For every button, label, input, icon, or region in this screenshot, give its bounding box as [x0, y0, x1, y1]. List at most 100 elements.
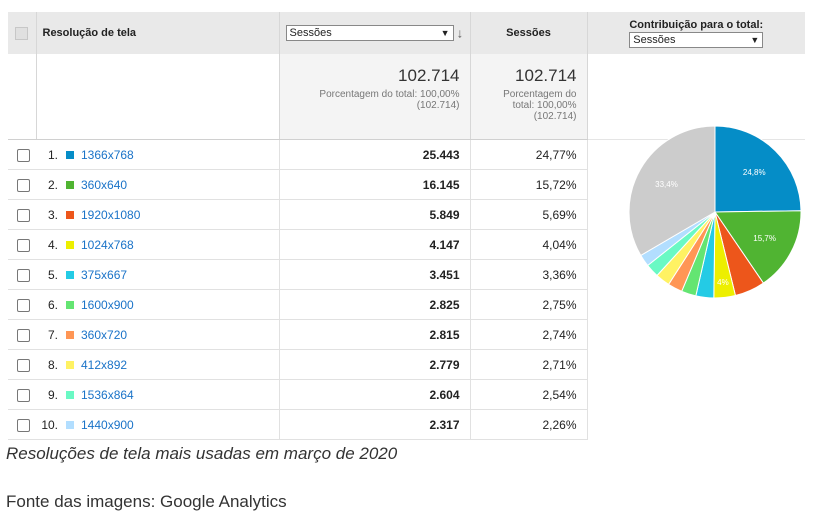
row-checkbox-cell	[8, 199, 36, 230]
color-swatch-icon	[66, 301, 74, 310]
percent-cell: 2,26%	[469, 409, 588, 440]
dimension-cell: 7. 360x720	[36, 319, 279, 350]
figure-caption: Resoluções de tela mais usadas em março …	[6, 444, 398, 463]
color-swatch-icon	[66, 181, 74, 190]
table-row: 7. 360x720 2.815 2,74%	[8, 319, 805, 350]
metric-select-value: Sessões	[289, 27, 332, 39]
summary-sub-a-2: (102.714)	[416, 100, 460, 111]
color-swatch-icon	[66, 271, 74, 280]
percent-cell: 5,69%	[469, 199, 588, 230]
dimension-cell: 9. 1536x864	[36, 379, 279, 410]
sessions-cell: 25.443	[278, 139, 470, 170]
row-checkbox[interactable]	[17, 148, 30, 162]
dimension-cell: 2. 360x640	[36, 169, 279, 200]
percent-cell: 2,71%	[469, 349, 588, 380]
summary-sub-b-2: total: 100,00%	[512, 100, 577, 111]
contribution-pie-chart: 24,8% 15,7% 4% 33,4%	[628, 126, 802, 299]
contribution-header: Contribuição para o total: Sessões ▼	[587, 12, 805, 54]
pie-slice-label: 4%	[717, 278, 729, 287]
pie-slice-label: 24,8%	[743, 168, 766, 177]
resolution-link[interactable]: 1024x768	[81, 238, 134, 252]
pie-slice-label: 33,4%	[655, 180, 678, 189]
resolution-link[interactable]: 375x667	[81, 268, 127, 282]
chevron-down-icon: ▼	[440, 28, 450, 38]
sort-arrow-icon[interactable]: ↓	[457, 26, 464, 41]
row-checkbox-cell	[8, 169, 36, 200]
row-number: 10.	[41, 417, 58, 432]
row-checkbox-cell	[8, 349, 36, 380]
row-checkbox-cell	[8, 139, 36, 170]
percent-cell: 4,04%	[469, 229, 588, 260]
row-checkbox-cell	[8, 259, 36, 290]
resolution-link[interactable]: 1536x864	[81, 388, 134, 402]
table-row: 9. 1536x864 2.604 2,54%	[8, 379, 805, 410]
row-checkbox[interactable]	[17, 268, 30, 282]
color-swatch-icon	[66, 391, 74, 400]
summary-total-a: 102.714	[398, 66, 460, 85]
resolution-link[interactable]: 1920x1080	[81, 208, 140, 222]
color-swatch-icon	[66, 151, 74, 160]
resolution-link[interactable]: 360x640	[81, 178, 127, 192]
color-swatch-icon	[66, 211, 74, 220]
percent-cell: 24,77%	[469, 139, 588, 170]
row-checkbox[interactable]	[17, 178, 30, 192]
row-number: 7.	[47, 327, 58, 342]
percent-cell: 2,54%	[469, 379, 588, 410]
chevron-down-icon: ▼	[750, 34, 760, 45]
row-number: 1.	[47, 147, 58, 162]
table-row: 10. 1440x900 2.317 2,26%	[8, 409, 805, 440]
contribution-label: Contribuição para o total:	[629, 18, 764, 31]
resolution-link[interactable]: 1440x900	[81, 418, 134, 432]
color-swatch-icon	[66, 331, 74, 340]
row-number: 5.	[47, 267, 58, 282]
row-number: 2.	[47, 177, 58, 192]
row-number: 8.	[47, 357, 58, 372]
summary-metric-a: 102.714 Porcentagem do total: 100,00% (1…	[279, 54, 471, 140]
summary-metric-b: 102.714 Porcentagem do total: 100,00% (1…	[470, 54, 588, 140]
sessions-header[interactable]: Sessões	[470, 12, 588, 54]
dimension-header[interactable]: Resolução de tela	[36, 12, 280, 54]
sessions-cell: 2.815	[278, 319, 470, 350]
dimension-cell: 10. 1440x900	[36, 409, 279, 440]
sessions-cell: 4.147	[278, 229, 470, 260]
row-checkbox[interactable]	[17, 298, 30, 312]
sessions-cell: 2.317	[278, 409, 470, 440]
row-checkbox[interactable]	[17, 358, 30, 372]
table-row: 8. 412x892 2.779 2,71%	[8, 349, 805, 380]
row-checkbox[interactable]	[17, 418, 30, 432]
row-checkbox-cell	[8, 289, 36, 320]
color-swatch-icon	[66, 361, 74, 370]
row-checkbox-cell	[8, 379, 36, 410]
metric-select-header: Sessões ▼ ↓	[279, 12, 471, 54]
row-checkbox[interactable]	[17, 328, 30, 342]
sessions-cell: 16.145	[278, 169, 470, 200]
percent-cell: 3,36%	[469, 259, 588, 290]
dimension-cell: 3. 1920x1080	[36, 199, 279, 230]
resolution-link[interactable]: 412x892	[81, 358, 127, 372]
sessions-cell: 5.849	[278, 199, 470, 230]
table-header: Resolução de tela Sessões ▼ ↓ Sessões Co…	[8, 12, 805, 54]
dimension-cell: 1. 1366x768	[36, 139, 279, 170]
row-checkbox[interactable]	[17, 238, 30, 252]
percent-cell: 15,72%	[469, 169, 588, 200]
row-checkbox-cell	[8, 319, 36, 350]
resolution-link[interactable]: 360x720	[81, 328, 127, 342]
select-all-checkbox[interactable]	[8, 12, 37, 54]
sessions-cell: 2.604	[278, 379, 470, 410]
summary-sub-a-1: Porcentagem do total: 100,00%	[319, 89, 460, 100]
summary-total-b: 102.714	[515, 66, 577, 85]
dimension-cell: 6. 1600x900	[36, 289, 279, 320]
dimension-cell: 8. 412x892	[36, 349, 279, 380]
row-checkbox[interactable]	[17, 388, 30, 402]
sessions-cell: 2.825	[278, 289, 470, 320]
sessions-cell: 2.779	[278, 349, 470, 380]
resolution-link[interactable]: 1366x768	[81, 148, 134, 162]
summary-sub-b-3: (102.714)	[533, 111, 577, 122]
metric-select[interactable]: Sessões ▼	[285, 25, 454, 41]
dimension-cell: 4. 1024x768	[36, 229, 279, 260]
contribution-select[interactable]: Sessões ▼	[629, 31, 764, 48]
color-swatch-icon	[66, 241, 74, 250]
resolution-link[interactable]: 1600x900	[81, 298, 134, 312]
row-checkbox[interactable]	[17, 208, 30, 222]
percent-cell: 2,74%	[469, 319, 588, 350]
